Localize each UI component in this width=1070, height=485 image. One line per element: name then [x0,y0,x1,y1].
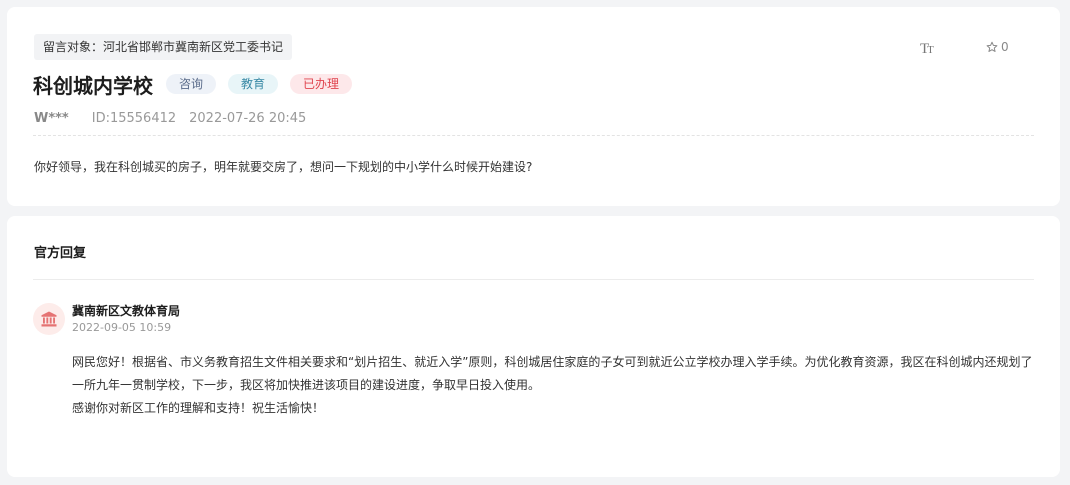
divider [33,279,1034,280]
message-id: ID:15556412 [91,111,177,126]
star-outline-icon [986,41,998,52]
message-meta: W*** ID:15556412 2022-07-26 20:45 [34,111,306,126]
message-target: 留言对象：河北省邯郸市冀南新区党工委书记 [34,34,293,60]
tag-consult[interactable]: 咨询 [166,74,217,94]
author: W*** [34,111,69,126]
reply-paragraph: 感谢你对新区工作的理解和支持！祝生活愉快！ [72,401,325,415]
title-row: 科创城内学校 咨询 教育 已办理 [33,70,364,98]
tag-education[interactable]: 教育 [228,74,279,94]
message-content: 你好领导，我在科创城买的房子，明年就要交房了，想问一下规划的中小学什么时候开始建… [34,160,533,174]
message-datetime: 2022-07-26 20:45 [189,111,307,126]
message-title: 科创城内学校 [33,73,153,98]
government-building-icon [33,303,65,335]
message-card: 留言对象：河北省邯郸市冀南新区党工委书记 TT 0 科创城内学校 咨询 教育 已… [7,7,1060,206]
building-svg [41,311,57,327]
favorite-button[interactable]: 0 [986,40,1009,54]
favorite-count: 0 [1001,40,1009,54]
status-badge: 已办理 [290,74,353,94]
reply-card: 官方回复 冀南新区文教体育局 2022-09-05 10:59 网民您好！根据省… [7,216,1060,477]
font-size-icon[interactable]: TT [920,41,934,58]
reply-org-name: 冀南新区文教体育局 [72,304,181,318]
target-label: 留言对象： [43,40,104,54]
divider [33,135,1034,136]
reply-heading: 官方回复 [34,246,87,261]
reply-datetime: 2022-09-05 10:59 [72,321,172,334]
reply-body: 网民您好！根据省、市义务教育招生文件相关要求和“划片招生、就近入学”原则，科创城… [72,351,1037,420]
target-value: 河北省邯郸市冀南新区党工委书记 [103,40,284,54]
reply-paragraph: 网民您好！根据省、市义务教育招生文件相关要求和“划片招生、就近入学”原则，科创城… [72,355,1033,392]
